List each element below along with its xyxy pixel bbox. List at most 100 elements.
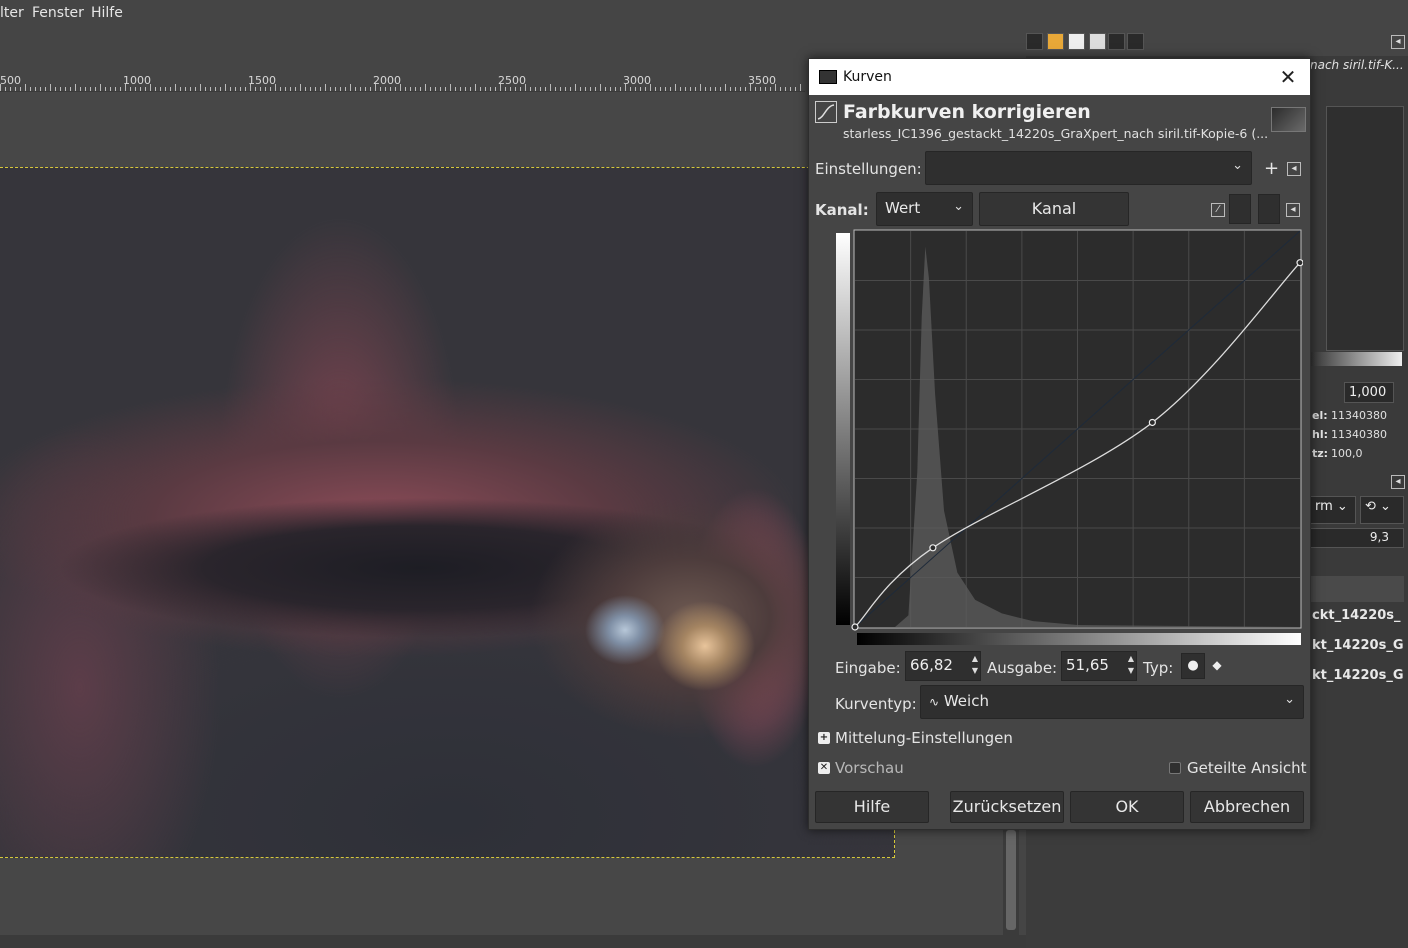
- ruler-tick: [315, 87, 316, 91]
- layer-row[interactable]: kt_14220s_G: [1310, 632, 1408, 662]
- fonts-tab-icon[interactable]: [1068, 33, 1085, 50]
- channel-combo[interactable]: Wert ⌄: [876, 192, 973, 226]
- ruler-tick: [760, 87, 761, 91]
- histogram-tab-icon[interactable]: [1108, 33, 1125, 50]
- ruler-tick: [600, 84, 601, 91]
- brush-tab-icon[interactable]: [1127, 33, 1144, 50]
- ruler-tick: [675, 84, 676, 91]
- spin-arrows-icon[interactable]: ▲ ▼: [972, 653, 978, 677]
- ruler-tick: [735, 87, 736, 91]
- opacity-field[interactable]: 1,000: [1344, 382, 1394, 403]
- horizontal-ruler[interactable]: 500 1000 1500 2000 2500 3000 3500: [0, 70, 805, 92]
- linear-histogram-icon[interactable]: ⁄: [1211, 203, 1225, 217]
- expander-plus-icon[interactable]: +: [818, 732, 830, 744]
- output-spin[interactable]: 51,65 ▲ ▼: [1061, 651, 1137, 681]
- tool-options-tab-icon[interactable]: [1026, 33, 1043, 50]
- smooth-point-icon[interactable]: ●: [1181, 653, 1205, 679]
- curve-control-point[interactable]: [1148, 418, 1156, 427]
- scrollbar-thumb[interactable]: [1006, 830, 1016, 930]
- ruler-tick: [410, 87, 411, 91]
- curve-graph[interactable]: [833, 229, 1304, 649]
- curve-control-point[interactable]: [1296, 259, 1304, 267]
- ruler-tick: [40, 87, 41, 91]
- ruler-tick: [195, 87, 196, 91]
- help-button[interactable]: Hilfe: [815, 791, 929, 823]
- ruler-tick: [135, 87, 136, 91]
- ruler-tick: [550, 84, 551, 91]
- log-histogram-icon[interactable]: [1229, 194, 1251, 224]
- chevron-down-icon: ⌄: [1284, 692, 1295, 707]
- layer-row[interactable]: kt_14220s_G: [1310, 662, 1408, 692]
- curve-type-value: Weich: [943, 692, 989, 710]
- ruler-tick: [755, 87, 756, 91]
- menu-fenster[interactable]: Fenster: [32, 5, 84, 21]
- dialog-titlebar[interactable]: Kurven ✕: [809, 59, 1310, 95]
- curves-dialog: Kurven ✕ Farbkurven korrigieren starless…: [808, 58, 1311, 830]
- output-value: 51,65: [1066, 656, 1109, 674]
- corner-point-icon[interactable]: ◆: [1209, 653, 1225, 679]
- ruler-tick: [20, 87, 21, 91]
- ruler-tick: [10, 87, 11, 91]
- ruler-tick: [5, 87, 6, 91]
- dialog-menu-icon[interactable]: ◂: [1286, 203, 1300, 217]
- size-field[interactable]: 9,3: [1310, 528, 1404, 548]
- ruler-tick: [260, 87, 261, 91]
- document-tab-icon[interactable]: [1089, 33, 1106, 50]
- curve-control-point[interactable]: [929, 544, 937, 552]
- curve-editor[interactable]: [833, 229, 1304, 649]
- ruler-tick: [625, 84, 626, 91]
- ruler-tick: [590, 87, 591, 91]
- ruler-tick: [105, 87, 106, 91]
- spin-arrows-icon[interactable]: ▲ ▼: [1128, 653, 1134, 677]
- dock-menu-icon[interactable]: ◂: [1391, 35, 1405, 49]
- ruler-tick: [640, 87, 641, 91]
- chevron-down-icon: ⌄: [1232, 158, 1243, 173]
- ok-button[interactable]: OK: [1070, 791, 1184, 823]
- ruler-tick: [715, 87, 716, 91]
- ruler-tick: [215, 87, 216, 91]
- add-preset-icon[interactable]: +: [1264, 158, 1279, 179]
- reset-channel-button[interactable]: Kanal zurücksetzen: [979, 192, 1129, 250]
- ruler-tick: [65, 87, 66, 91]
- ruler-tick: [335, 87, 336, 91]
- curve-control-point[interactable]: [851, 623, 859, 631]
- reset-button[interactable]: Zurücksetzen: [950, 791, 1064, 823]
- ruler-tick: [455, 87, 456, 91]
- close-icon[interactable]: ✕: [1276, 65, 1300, 89]
- image-canvas[interactable]: [0, 167, 895, 858]
- ruler-tick: [115, 87, 116, 91]
- menu-hilfe[interactable]: Hilfe: [91, 5, 123, 21]
- ruler-tick: [520, 87, 521, 91]
- ruler-tick: [240, 87, 241, 91]
- preview-checkbox[interactable]: ✕: [818, 762, 830, 774]
- colors-tab-icon[interactable]: [1047, 33, 1064, 50]
- ruler-tick: [370, 87, 371, 91]
- ruler-tick: [770, 87, 771, 91]
- blending-options-label[interactable]: Mittelung-Einstellungen: [835, 729, 1013, 747]
- mode-combo[interactable]: rm ⌄: [1310, 496, 1356, 524]
- curve-type-combo[interactable]: ∿ Weich ⌄: [920, 685, 1304, 719]
- split-view-checkbox[interactable]: [1169, 762, 1181, 774]
- cancel-button[interactable]: Abbrechen: [1190, 791, 1304, 823]
- input-spin[interactable]: 66,82 ▲ ▼: [905, 651, 981, 681]
- ruler-tick: [635, 87, 636, 91]
- layer-row[interactable]: ckt_14220s_: [1310, 602, 1408, 632]
- ruler-tick: [460, 87, 461, 91]
- input-value: 66,82: [910, 656, 953, 674]
- curves-view-icon[interactable]: [1258, 194, 1280, 224]
- horizontal-scrollbar[interactable]: [0, 935, 1026, 948]
- ruler-tick: [340, 87, 341, 91]
- preset-menu-icon[interactable]: ◂: [1287, 162, 1301, 176]
- ruler-tick: [530, 87, 531, 91]
- ruler-tick: [100, 84, 101, 91]
- dock-menu-icon[interactable]: ◂: [1391, 475, 1405, 489]
- output-gradient-bar: [836, 233, 850, 625]
- ruler-tick: [765, 87, 766, 91]
- ruler-label: 2500: [498, 74, 526, 87]
- vertical-scrollbar[interactable]: [1003, 830, 1019, 935]
- ruler-tick: [350, 84, 351, 91]
- settings-combo[interactable]: ⌄: [925, 151, 1252, 185]
- menu-filter[interactable]: lter: [0, 5, 24, 21]
- reset-mode-combo[interactable]: ⟲ ⌄: [1360, 496, 1404, 524]
- ruler-label: 1500: [248, 74, 276, 87]
